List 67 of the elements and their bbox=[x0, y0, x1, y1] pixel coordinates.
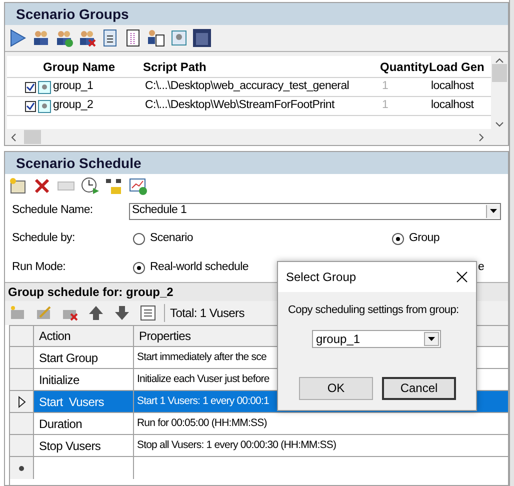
table-cell-text: Stop all Vusers: 1 every 00:00:30 (HH:MM:SS) bbox=[137, 438, 336, 453]
users-icon[interactable] bbox=[31, 28, 51, 48]
table-cell-text: Start immediately after the sce bbox=[137, 350, 266, 365]
table-cell-text: Run for 00:05:00 (HH:MM:SS) bbox=[137, 416, 267, 431]
clock-icon[interactable] bbox=[80, 176, 100, 196]
schedule-row[interactable]: Duration Run for 00:05:00 (HH:MM:SS) bbox=[10, 413, 508, 435]
add-users-icon[interactable] bbox=[54, 28, 74, 48]
table-cell-text: localhost bbox=[431, 98, 475, 114]
play-icon[interactable] bbox=[8, 28, 28, 48]
schedule-row[interactable]: Stop Vusers Stop all Vusers: 1 every 00:00:30 (HH:MM:SS) bbox=[10, 435, 508, 457]
column-header: Action bbox=[34, 326, 134, 346]
users-list-icon[interactable] bbox=[146, 28, 166, 48]
table-cell: Stop Vusers bbox=[34, 435, 134, 456]
table-cell: Start Group bbox=[34, 347, 134, 368]
panel-title: Scenario Groups bbox=[5, 3, 508, 25]
close-icon[interactable] bbox=[456, 271, 468, 283]
checkbox[interactable] bbox=[25, 100, 36, 112]
dialog-button[interactable]: OK bbox=[299, 376, 373, 400]
column-header: Group Name bbox=[43, 58, 116, 76]
table-cell-text: Initialize each Vuser just before bbox=[137, 372, 270, 387]
field-label: Schedule Name: bbox=[12, 203, 94, 218]
checkbox[interactable] bbox=[25, 82, 36, 92]
caret-icon bbox=[428, 336, 435, 340]
field-label: Schedule by: bbox=[12, 230, 76, 246]
chart-add-icon[interactable] bbox=[128, 176, 148, 196]
table-cell-text: group_2 bbox=[52, 98, 94, 114]
scroll-up-icon[interactable] bbox=[495, 58, 504, 63]
schedule-name-dropdown[interactable]: Schedule 1 bbox=[129, 202, 501, 220]
column-header: Load Gen bbox=[429, 58, 486, 76]
option-label: Scenario bbox=[150, 230, 193, 246]
option-label: Real-world schedule bbox=[150, 260, 248, 275]
grid-icon[interactable] bbox=[138, 303, 158, 323]
scroll-down-icon[interactable] bbox=[495, 122, 504, 127]
option-label: Group bbox=[409, 230, 440, 246]
dialog-prompt: Copy scheduling settings from group: bbox=[288, 303, 459, 318]
scroll-right-icon[interactable] bbox=[479, 132, 484, 142]
radio-button[interactable] bbox=[133, 262, 145, 274]
radio-button[interactable] bbox=[392, 232, 404, 244]
scrollbar-thumb[interactable] bbox=[492, 64, 507, 82]
scrollbar-thumb[interactable] bbox=[24, 130, 41, 144]
new-row-icon bbox=[19, 466, 24, 470]
column-header: Quantity bbox=[380, 58, 429, 76]
column-header: Properties bbox=[138, 328, 191, 345]
table-cell-text: C:\...\Desktop\Web\StreamForFootPrint bbox=[144, 98, 336, 114]
remove-users-icon[interactable] bbox=[77, 28, 97, 48]
table-cell-text: localhost bbox=[431, 79, 475, 94]
new-schedule-icon[interactable] bbox=[8, 176, 28, 196]
scroll-left-icon[interactable] bbox=[11, 132, 16, 142]
table-cell-text: 1 bbox=[382, 79, 390, 94]
table-cell: Duration bbox=[34, 413, 134, 434]
field-label: Run Mode: bbox=[12, 260, 67, 275]
column-header: Script Path bbox=[142, 58, 208, 76]
group-dropdown[interactable]: group_1 bbox=[312, 330, 441, 348]
caret-icon bbox=[490, 209, 497, 213]
panel-title: Scenario Schedule bbox=[5, 152, 508, 174]
radio-button[interactable] bbox=[133, 232, 145, 244]
delete-icon[interactable] bbox=[32, 176, 52, 196]
table-cell-text: 1 bbox=[382, 98, 390, 114]
dialog-button[interactable]: Cancel bbox=[382, 376, 456, 400]
table-cell: Initialize bbox=[34, 369, 134, 390]
total-label: Total: 1 Vusers bbox=[164, 304, 244, 322]
table-cell-text: Start 1 Vusers: 1 every 00:00:1 bbox=[137, 394, 269, 409]
table-cell: Start Vusers bbox=[34, 391, 134, 412]
row-pointer-icon bbox=[18, 396, 26, 408]
option-label: e bbox=[478, 260, 484, 275]
table-cell-text: group_1 bbox=[52, 79, 94, 94]
table-cell-text: C:\...\Desktop\web_accuracy_test_general bbox=[144, 79, 350, 94]
